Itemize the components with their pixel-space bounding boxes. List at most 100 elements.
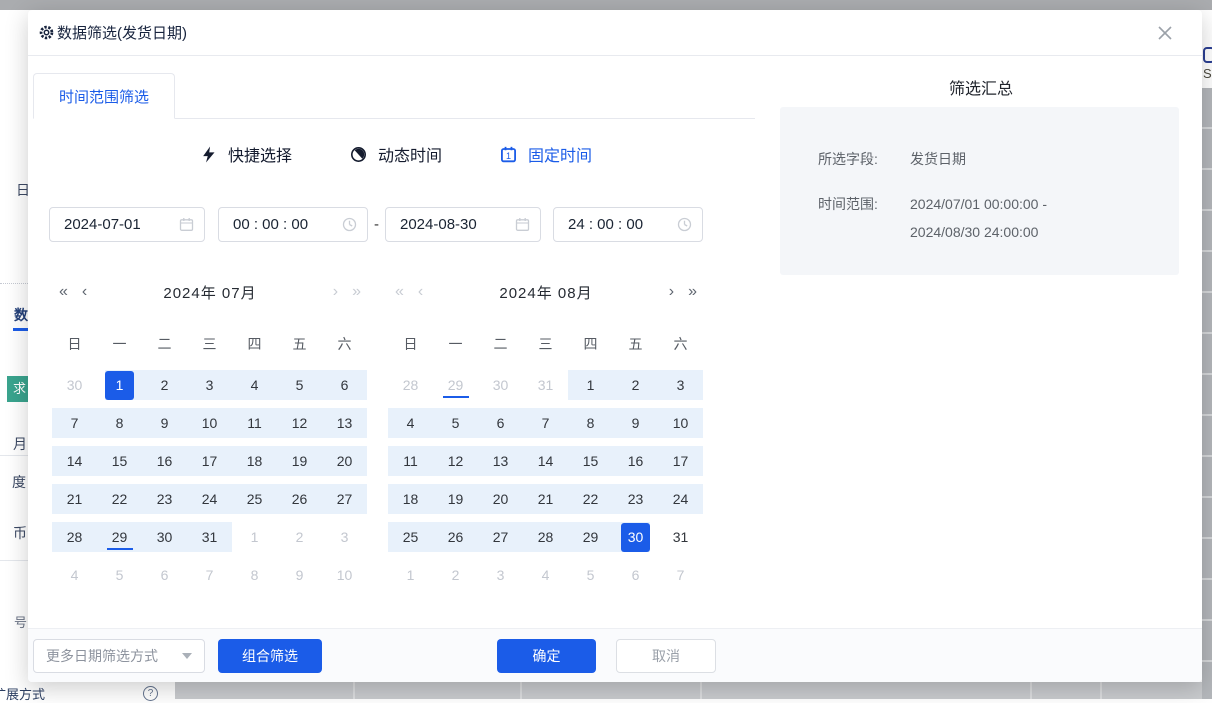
day-cell[interactable]: 17 (658, 446, 703, 476)
day-cell[interactable]: 10 (322, 560, 367, 590)
day-cell[interactable]: 4 (52, 560, 97, 590)
day-cell[interactable]: 2 (433, 560, 478, 590)
start-date-input[interactable]: 2024-07-01 (49, 207, 205, 242)
day-cell[interactable]: 22 (568, 484, 613, 514)
start-time-input[interactable]: 00 : 00 : 00 (218, 207, 368, 242)
day-cell[interactable]: 29 (568, 522, 613, 552)
day-cell[interactable]: 18 (388, 484, 433, 514)
day-cell[interactable]: 19 (277, 446, 322, 476)
day-cell[interactable]: 12 (433, 446, 478, 476)
mode-quick-select[interactable]: 快捷选择 (201, 142, 292, 166)
day-cell[interactable]: 28 (52, 522, 97, 552)
day-cell[interactable]: 31 (187, 522, 232, 552)
day-cell[interactable]: 9 (277, 560, 322, 590)
day-cell[interactable]: 7 (658, 560, 703, 590)
day-cell[interactable]: 3 (322, 522, 367, 552)
mode-fixed-time[interactable]: 1 固定时间 (500, 142, 592, 166)
day-cell[interactable]: 8 (97, 408, 142, 438)
prev-month-icon[interactable]: ‹ (75, 284, 94, 300)
day-cell[interactable]: 9 (613, 408, 658, 438)
day-cell[interactable]: 11 (388, 446, 433, 476)
day-cell[interactable]: 15 (97, 446, 142, 476)
day-cell[interactable]: 21 (523, 484, 568, 514)
day-cell[interactable]: 4 (232, 370, 277, 400)
day-cell[interactable]: 14 (52, 446, 97, 476)
more-date-filter-dropdown[interactable]: 更多日期筛选方式 (33, 639, 205, 673)
day-cell[interactable]: 24 (187, 484, 232, 514)
combo-filter-button[interactable]: 组合筛选 (218, 639, 322, 673)
day-cell[interactable]: 7 (523, 408, 568, 438)
day-cell[interactable]: 1 (388, 560, 433, 590)
day-cell[interactable]: 2 (142, 370, 187, 400)
day-cell[interactable]: 26 (277, 484, 322, 514)
end-time-input[interactable]: 24 : 00 : 00 (553, 207, 703, 242)
day-cell[interactable]: 12 (277, 408, 322, 438)
day-cell[interactable]: 9 (142, 408, 187, 438)
next-year-icon[interactable]: » (681, 284, 704, 300)
day-cell[interactable]: 27 (478, 522, 523, 552)
day-cell[interactable]: 25 (388, 522, 433, 552)
day-cell[interactable]: 17 (187, 446, 232, 476)
day-cell[interactable]: 30 (52, 370, 97, 400)
day-cell[interactable]: 18 (232, 446, 277, 476)
day-cell[interactable]: 6 (613, 560, 658, 590)
day-cell[interactable]: 24 (658, 484, 703, 514)
day-cell[interactable]: 7 (52, 408, 97, 438)
day-cell[interactable]: 27 (322, 484, 367, 514)
day-cell[interactable]: 4 (523, 560, 568, 590)
day-cell[interactable]: 5 (277, 370, 322, 400)
day-cell[interactable]: 5 (568, 560, 613, 590)
day-cell[interactable]: 23 (142, 484, 187, 514)
day-cell[interactable]: 10 (187, 408, 232, 438)
day-cell[interactable]: 6 (478, 408, 523, 438)
day-cell[interactable]: 19 (433, 484, 478, 514)
day-cell[interactable]: 8 (232, 560, 277, 590)
day-cell[interactable]: 30 (613, 522, 658, 552)
day-cell[interactable]: 16 (613, 446, 658, 476)
day-cell[interactable]: 2 (613, 370, 658, 400)
day-cell[interactable]: 16 (142, 446, 187, 476)
day-cell[interactable]: 4 (388, 408, 433, 438)
day-cell[interactable]: 30 (142, 522, 187, 552)
day-cell[interactable]: 2 (277, 522, 322, 552)
day-cell[interactable]: 11 (232, 408, 277, 438)
mode-dynamic-time[interactable]: 动态时间 (350, 142, 442, 166)
day-cell[interactable]: 25 (232, 484, 277, 514)
day-cell[interactable]: 3 (187, 370, 232, 400)
day-cell[interactable]: 6 (142, 560, 187, 590)
day-cell[interactable]: 3 (658, 370, 703, 400)
day-cell[interactable]: 15 (568, 446, 613, 476)
day-cell[interactable]: 26 (433, 522, 478, 552)
day-cell[interactable]: 23 (613, 484, 658, 514)
day-cell[interactable]: 20 (478, 484, 523, 514)
day-cell[interactable]: 6 (322, 370, 367, 400)
day-cell[interactable]: 21 (52, 484, 97, 514)
day-cell[interactable]: 31 (523, 370, 568, 400)
next-month-icon[interactable]: › (662, 284, 681, 300)
day-cell[interactable]: 29 (433, 370, 478, 400)
day-cell[interactable]: 5 (433, 408, 478, 438)
tab-time-range-filter[interactable]: 时间范围筛选 (33, 73, 175, 119)
day-cell[interactable]: 5 (97, 560, 142, 590)
day-cell[interactable]: 22 (97, 484, 142, 514)
prev-year-icon[interactable]: « (52, 284, 75, 300)
day-cell[interactable]: 8 (568, 408, 613, 438)
close-icon[interactable] (1156, 24, 1174, 42)
day-cell[interactable]: 13 (478, 446, 523, 476)
day-cell[interactable]: 1 (232, 522, 277, 552)
day-cell[interactable]: 1 (97, 370, 142, 400)
day-cell[interactable]: 20 (322, 446, 367, 476)
confirm-button[interactable]: 确定 (497, 639, 596, 673)
day-cell[interactable]: 29 (97, 522, 142, 552)
day-cell[interactable]: 1 (568, 370, 613, 400)
end-date-input[interactable]: 2024-08-30 (385, 207, 541, 242)
day-cell[interactable]: 28 (523, 522, 568, 552)
day-cell[interactable]: 3 (478, 560, 523, 590)
day-cell[interactable]: 7 (187, 560, 232, 590)
day-cell[interactable]: 13 (322, 408, 367, 438)
day-cell[interactable]: 14 (523, 446, 568, 476)
cancel-button[interactable]: 取消 (616, 639, 716, 673)
day-cell[interactable]: 30 (478, 370, 523, 400)
day-cell[interactable]: 31 (658, 522, 703, 552)
day-cell[interactable]: 10 (658, 408, 703, 438)
